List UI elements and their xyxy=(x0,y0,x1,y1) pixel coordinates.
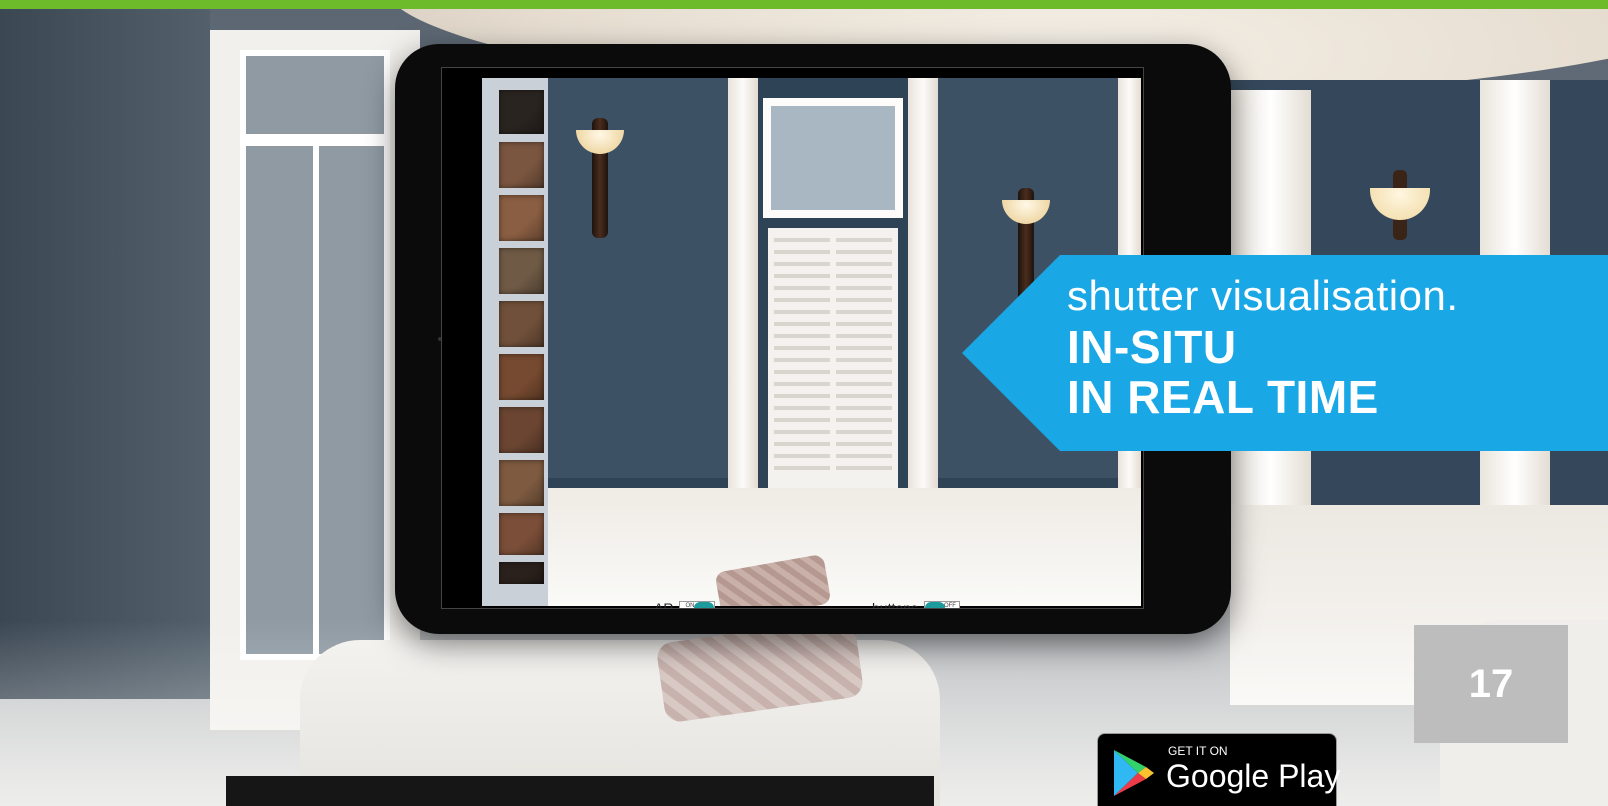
color-swatch[interactable] xyxy=(499,142,544,188)
shutter-louver xyxy=(836,274,892,278)
color-swatch[interactable] xyxy=(499,195,544,241)
shutter-louver xyxy=(774,334,830,338)
shutter-louver xyxy=(774,262,830,266)
shutter-louver xyxy=(774,238,830,242)
buttons-toggle[interactable]: OFF xyxy=(923,601,960,609)
bottom-dark-strip xyxy=(226,776,934,806)
shutter-louver xyxy=(836,238,892,242)
shutter-louver xyxy=(836,370,892,374)
color-swatch[interactable] xyxy=(499,562,544,584)
shutter-louver xyxy=(836,418,892,422)
shutter-louver xyxy=(774,358,830,362)
color-swatch[interactable] xyxy=(499,248,544,294)
shutter-louver xyxy=(774,250,830,254)
window-mullion xyxy=(313,140,319,660)
color-swatch[interactable] xyxy=(499,354,544,400)
shutter-louver xyxy=(774,418,830,422)
color-swatch[interactable] xyxy=(499,407,544,453)
google-play-badge[interactable]: GET IT ON Google Play xyxy=(1097,733,1341,806)
page-number: 17 xyxy=(1468,662,1514,706)
color-swatch[interactable] xyxy=(499,90,544,134)
store-badge-small-text: GET IT ON xyxy=(1168,744,1228,758)
callout-subtitle: shutter visualisation. xyxy=(1067,272,1459,319)
page-number-box: 17 xyxy=(1414,625,1568,743)
shutter-louver xyxy=(774,382,830,386)
shutter-louver xyxy=(836,454,892,458)
shutter-louver xyxy=(774,394,830,398)
shutter-louver xyxy=(774,346,830,350)
ar-toggle-state: ON xyxy=(685,603,695,609)
shutter-louver xyxy=(774,298,830,302)
shutter-louver xyxy=(836,466,892,470)
scene-wall xyxy=(548,78,728,478)
scene-column xyxy=(908,78,938,498)
shutter-louver xyxy=(774,274,830,278)
color-swatch[interactable] xyxy=(499,513,544,555)
shutter-louver xyxy=(836,394,892,398)
ar-toggle[interactable]: ON xyxy=(679,601,716,609)
scene-transom-window xyxy=(763,98,903,218)
toggle-knob xyxy=(694,602,715,608)
scene-column xyxy=(728,78,758,498)
buttons-label: buttons xyxy=(872,600,918,609)
callout-headline: IN-SITU xyxy=(1067,321,1237,373)
shutter-louver xyxy=(836,322,892,326)
shutter-louver xyxy=(836,262,892,266)
shutter-louver xyxy=(774,406,830,410)
shutter-louver xyxy=(774,466,830,470)
shutter-louver xyxy=(836,250,892,254)
window-pane xyxy=(240,50,390,140)
color-swatch[interactable] xyxy=(499,301,544,347)
store-badge-title: Google Play xyxy=(1166,758,1341,794)
shutter-louver xyxy=(836,334,892,338)
shutter-louver xyxy=(774,370,830,374)
shutter-louver xyxy=(774,310,830,314)
left-wall xyxy=(0,9,210,699)
buttons-toggle-row: buttons OFF xyxy=(872,600,960,609)
shutter-louver xyxy=(836,346,892,350)
shutter-louver xyxy=(774,430,830,434)
shutter-louver xyxy=(836,442,892,446)
shutter-louver xyxy=(836,298,892,302)
callout-headline: IN REAL TIME xyxy=(1067,371,1379,423)
ar-toggle-row: AR ON xyxy=(654,600,716,609)
shutter-louver xyxy=(774,322,830,326)
shutter-preview xyxy=(768,228,898,498)
shutter-louver xyxy=(774,454,830,458)
shutter-louver xyxy=(836,406,892,410)
shutter-louver xyxy=(836,382,892,386)
buttons-toggle-state: OFF xyxy=(943,603,956,609)
shutter-louver xyxy=(836,310,892,314)
shutter-louver xyxy=(836,286,892,290)
color-swatch-panel xyxy=(482,78,548,606)
shutter-louver xyxy=(836,358,892,362)
google-play-icon xyxy=(1114,750,1154,796)
shutter-louver xyxy=(836,430,892,434)
ar-label: AR xyxy=(654,600,674,609)
accent-bar xyxy=(0,0,1608,9)
shutter-louver xyxy=(774,286,830,290)
toggle-knob xyxy=(924,602,945,608)
shutter-louver xyxy=(774,442,830,446)
scene-wainscot xyxy=(548,488,1141,606)
color-swatch[interactable] xyxy=(499,460,544,506)
